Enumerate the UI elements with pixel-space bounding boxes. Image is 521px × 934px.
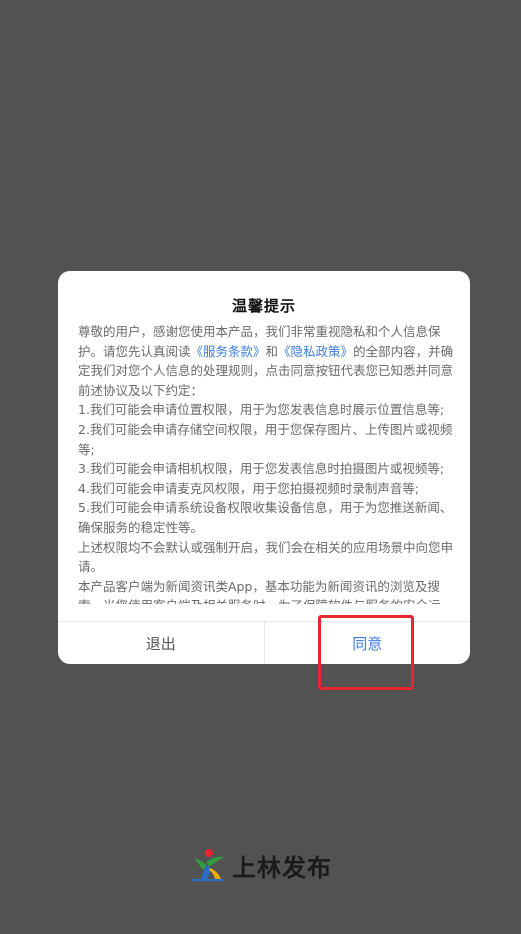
brand-name: 上林发布 [232,853,332,882]
leaping-figure-logo-icon [192,849,224,881]
permission-item-storage: 2.我们可能会申请存储空间权限，用于您保存图片、上传图片或视频等; [78,421,453,457]
product-description: 本产品客户端为新闻资讯类App，基本功能为新闻资讯的浏览及搜索，当您使用客户端及… [78,578,441,604]
brand-footer: 上林发布 [190,847,332,883]
intro-paragraph: 尊敬的用户，感谢您使用本产品，我们非常重视隐私和个人信息保护。请您先认真阅读《服… [78,322,458,400]
privacy-policy-link[interactable]: 《隐私政策》 [278,344,353,359]
terms-of-service-link[interactable]: 《服务条款》 [191,344,266,359]
permission-item-camera: 3.我们可能会申请相机权限，用于您发表信息时拍摄图片或视频等; [78,461,445,477]
permission-item-device: 5.我们可能会申请系统设备权限收集设备信息，用于为您推送新闻、确保服务的稳定性等… [78,500,453,535]
permission-notice: 上述权限均不会默认或强制开启，我们会在相关的应用场景中向您申请。 [78,539,454,575]
exit-button[interactable]: 退出 [58,622,265,664]
agree-highlight-box [318,615,414,690]
dialog-body-scroll[interactable]: 尊敬的用户，感谢您使用本产品，我们非常重视隐私和个人信息保护。请您先认真阅读《服… [78,322,458,604]
permission-item-microphone: 4.我们可能会申请麦克风权限，用于您拍摄视频时录制声音等; [78,480,420,496]
intro-text-and: 和 [265,343,279,359]
privacy-dialog: 温馨提示 尊敬的用户，感谢您使用本产品，我们非常重视隐私和个人信息保护。请您先认… [58,271,470,664]
dialog-title: 温馨提示 [231,297,296,315]
permission-item-location: 1.我们可能会申请位置权限，用于为您发表信息时展示位置信息等; [78,402,445,418]
